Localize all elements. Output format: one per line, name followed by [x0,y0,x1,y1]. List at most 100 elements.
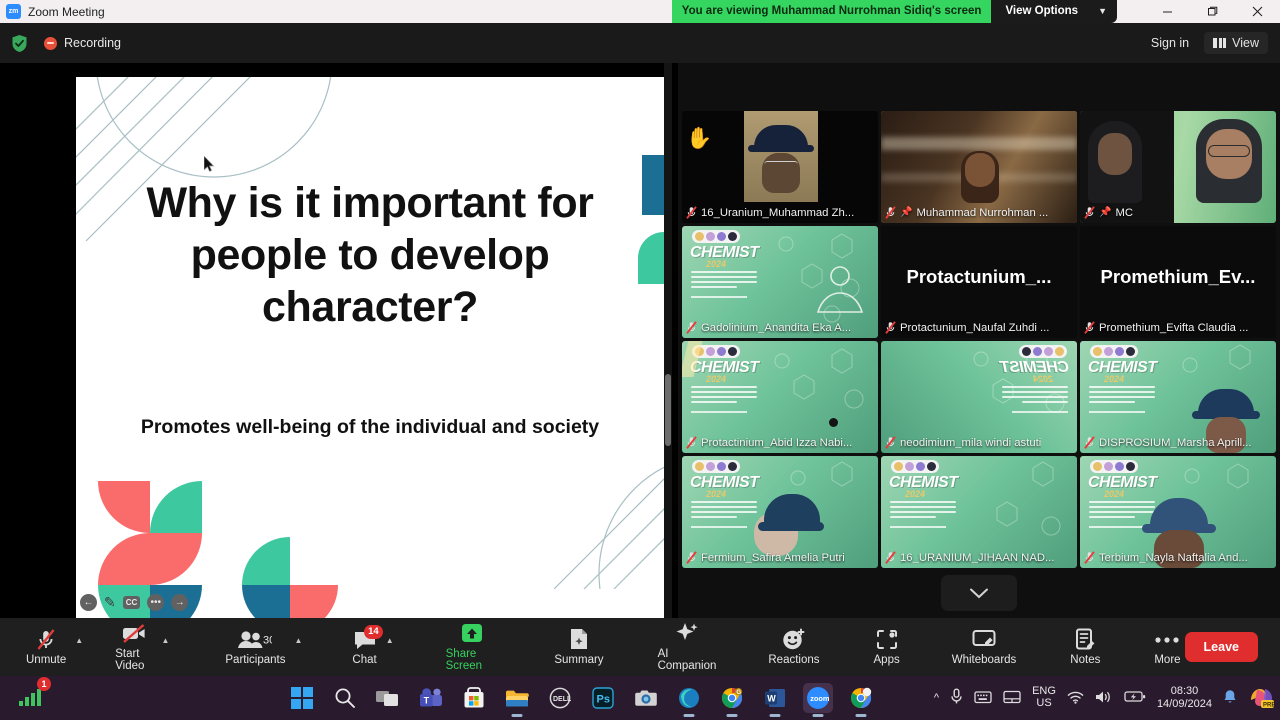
file-explorer-icon[interactable] [502,683,532,713]
recording-indicator[interactable]: Recording [44,36,121,50]
closed-captions-button[interactable]: CC [122,596,141,609]
keyboard-icon[interactable] [974,690,992,707]
participant-grid: ✋ 16_Uranium_Muhammad Zh... 📌 Muhammad N… [680,111,1278,568]
participant-name: DISPROSIUM_Marsha Aprill... [1099,436,1252,449]
mic-muted-icon [35,628,57,651]
coral-quarter-2 [98,533,150,585]
teal-accent-shape [638,232,664,284]
participant-tile[interactable]: CHEMIST 2024 neodimium_mila windi astuti [881,341,1077,453]
more-options-button[interactable]: ••• [147,594,165,611]
poster-date-line [1012,411,1068,414]
participant-tile[interactable]: 📌 MC [1080,111,1276,223]
participant-tile[interactable]: ✋ 16_Uranium_Muhammad Zh... [682,111,878,223]
close-button[interactable] [1235,0,1280,23]
task-view-icon[interactable] [373,683,403,713]
poster-dots [1090,460,1138,473]
zoom-icon[interactable]: zoom [802,683,833,713]
microsoft-store-icon[interactable] [459,683,489,713]
notes-button[interactable]: Notes [1066,628,1104,666]
participants-button[interactable]: 305 Participants [221,628,289,666]
poster-year: 2024 [905,489,926,499]
participant-tile[interactable]: CHEMIST 2024 Protactinium_Abid Izza Nabi… [682,341,878,453]
clock[interactable]: 08:30 14/09/2024 [1157,685,1212,710]
more-button[interactable]: More [1150,628,1184,666]
participant-name: Terbium_Nayla Naftalia And... [1099,551,1248,564]
participant-tile[interactable]: CHEMIST 2024 Gadolinium_Anandita Eka A..… [682,226,878,338]
volume-icon[interactable] [1095,690,1113,707]
gallery-next-page-button[interactable] [941,575,1017,611]
pen-icon[interactable]: ✎ [104,594,116,611]
next-slide-button[interactable]: → [171,594,189,611]
poster-date-line [1089,411,1145,414]
teams-icon[interactable]: T [416,683,446,713]
system-tray: ^ ENG US 08:30 14/09/2024 PRE [934,685,1275,711]
participants-chevron-icon[interactable]: ▲ [294,636,302,645]
ai-companion-label: AI Companion [657,648,717,672]
apps-button[interactable]: Apps [870,628,904,666]
view-layout-button[interactable]: View [1204,32,1268,54]
leave-button[interactable]: Leave [1184,632,1258,662]
network-tray-icon[interactable]: 1 [17,676,51,713]
mic-muted-icon [1084,206,1095,219]
chat-button[interactable]: Chat 14 [348,625,383,666]
encryption-shield-icon[interactable] [11,34,28,53]
language-indicator[interactable]: ENG US [1032,685,1056,710]
share-screen-label: Share Screen [445,648,483,672]
maximize-button[interactable] [1190,0,1235,23]
view-options-button[interactable]: View Options ▼ [991,0,1117,23]
participant-tile[interactable]: CHEMIST 2024 Fermium_Safira Amelia Putri [682,456,878,568]
share-screen-button[interactable]: Share Screen [442,622,503,672]
ai-companion-button[interactable]: AI Companion [654,622,721,672]
participant-tile[interactable]: CHEMIST 2024 DISPROSIUM_Marsha Aprill... [1080,341,1276,453]
video-control-group: Start Video ▲ [111,622,169,672]
participant-name: Protactunium_Naufal Zuhdi ... [900,321,1050,334]
ai-sparkle-icon [674,622,700,645]
photoshop-icon[interactable]: Ps [588,683,618,713]
wifi-icon[interactable] [1067,690,1084,707]
participant-tile[interactable]: Promethium_Ev... Promethium_Evifta Claud… [1080,226,1276,338]
shared-screen-region: Why is it important for people to develo… [0,63,672,619]
battery-charging-icon[interactable] [1124,690,1146,706]
chrome-icon-2[interactable] [846,683,876,713]
sign-in-button[interactable]: Sign in [1142,32,1198,54]
microphone-icon[interactable] [950,688,963,708]
start-video-button[interactable]: Start Video [111,622,156,672]
participant-tile[interactable]: 📌 Muhammad Nurrohman ... [881,111,1077,223]
video-options-chevron-icon[interactable]: ▲ [161,636,169,645]
participant-name: Gadolinium_Anandita Eka A... [701,321,852,334]
copilot-pre-icon[interactable]: PRE [1248,686,1275,711]
mic-muted-icon [885,436,896,449]
minimize-button[interactable] [1145,0,1190,23]
participant-name: 16_Uranium_Muhammad Zh... [701,206,855,219]
edge-icon[interactable] [674,683,704,713]
participant-gallery: ✋ 16_Uranium_Muhammad Zh... 📌 Muhammad N… [678,63,1280,618]
share-scrollbar-thumb[interactable] [665,374,671,446]
avatar-placeholder-icon [816,266,864,313]
chrome-icon[interactable]: G [717,683,747,713]
touchpad-icon[interactable] [1003,690,1021,707]
start-icon[interactable] [287,683,317,713]
whiteboards-button[interactable]: Whiteboards [948,628,1021,666]
chat-chevron-icon[interactable]: ▲ [386,636,394,645]
svg-text:305: 305 [263,634,272,646]
dell-icon[interactable]: DELL [545,683,575,713]
camera-icon[interactable] [631,683,661,713]
participant-tile[interactable]: CHEMIST 2024 Terbium_Nayla Naftalia And.… [1080,456,1276,568]
start-video-label: Start Video [115,648,145,672]
gallery-pagination [680,575,1278,611]
unmute-label: Unmute [26,654,67,666]
participant-tile[interactable]: CHEMIST 2024 16_URANIUM_JIHAAN NAD... [881,456,1077,568]
previous-slide-button[interactable]: ← [80,594,97,611]
share-scrollbar-track[interactable] [664,63,672,618]
reactions-button[interactable]: Reactions [764,628,823,666]
video-off-icon [121,622,147,645]
word-icon[interactable]: W [760,683,790,713]
tray-expand-chevron-icon[interactable]: ^ [934,692,939,704]
apps-icon [875,628,899,651]
bell-icon[interactable] [1223,689,1237,708]
search-icon[interactable] [330,683,360,713]
summary-button[interactable]: Summary [550,628,607,666]
audio-options-chevron-icon[interactable]: ▲ [75,636,83,645]
participant-tile[interactable]: Protactunium_... Protactunium_Naufal Zuh… [881,226,1077,338]
unmute-button[interactable]: Unmute [22,628,70,666]
